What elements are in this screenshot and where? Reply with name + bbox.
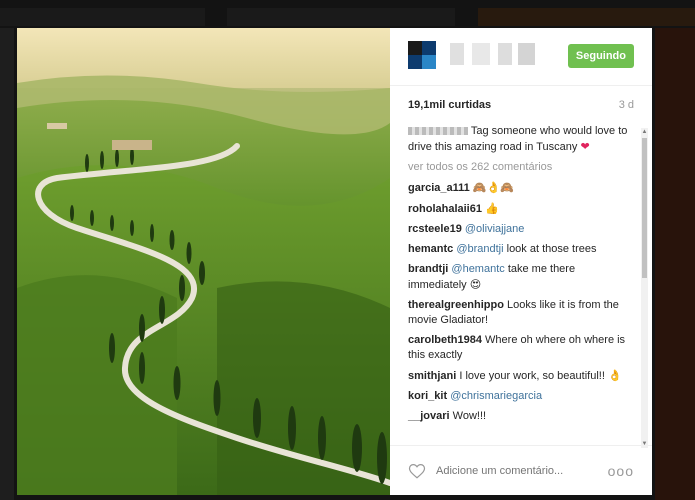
comment-text: I love your work, so beautiful!! xyxy=(459,370,605,382)
view-all-comments-link[interactable]: ver todos os 262 comentários xyxy=(408,160,632,175)
heart-emoji: ❤ xyxy=(580,140,590,153)
comment-emoji: 👌 xyxy=(607,369,622,382)
comment-emoji: 😍 xyxy=(469,278,482,291)
comment-emoji: 🙈👌🙈 xyxy=(472,181,514,194)
caption-username-blurred[interactable] xyxy=(408,127,468,136)
avatar-shape xyxy=(422,55,436,69)
comment-text: Wow!!! xyxy=(452,410,487,422)
comment-item: rcsteele19 @oliviajjane xyxy=(408,222,632,237)
comment-user[interactable]: garcia_a111 xyxy=(408,182,470,194)
comment-item: carolbeth1984 Where oh where oh where is… xyxy=(408,333,632,363)
comment-user[interactable]: hemantc xyxy=(408,243,453,255)
comment-item: brandtji @hemantc take me there immediat… xyxy=(408,262,632,293)
comment-item: therealgreenhippo Looks like it is from … xyxy=(408,298,632,328)
comment-user[interactable]: roholahalaii61 xyxy=(408,203,482,215)
comment-user[interactable]: rcsteele19 xyxy=(408,223,462,235)
comment-item: kori_kit @chrismariegarcia xyxy=(408,389,632,404)
comment-item: __jovari Wow!!! xyxy=(408,409,632,424)
comment-mention[interactable]: @oliviajjane xyxy=(465,223,524,235)
comment-user[interactable]: __jovari xyxy=(408,410,450,422)
post-header: Seguindo xyxy=(390,28,652,86)
comment-user[interactable]: brandtji xyxy=(408,263,448,275)
comments-scrollbar[interactable]: ▲ ▼ xyxy=(641,128,648,448)
scroll-up-arrow-icon[interactable]: ▲ xyxy=(641,128,648,136)
more-options-icon[interactable]: ooo xyxy=(608,463,634,479)
post-modal: Seguindo 19,1mil curtidas 3 d Tag someon… xyxy=(17,28,652,495)
comment-footer: ooo xyxy=(390,445,652,495)
comment-mention[interactable]: @hemantc xyxy=(451,263,504,275)
following-button[interactable]: Seguindo xyxy=(567,44,634,68)
post-photo xyxy=(17,28,390,495)
post-sidebar: Seguindo 19,1mil curtidas 3 d Tag someon… xyxy=(390,28,652,495)
scrollbar-thumb[interactable] xyxy=(642,138,647,278)
comments-list: Tag someone who would love to drive this… xyxy=(390,124,652,445)
post-stats: 19,1mil curtidas 3 d xyxy=(390,86,652,124)
scroll-down-arrow-icon[interactable]: ▼ xyxy=(641,440,648,448)
comment-user[interactable]: smithjani xyxy=(408,370,456,382)
comment-user[interactable]: carolbeth1984 xyxy=(408,334,482,346)
comment-mention[interactable]: @chrismariegarcia xyxy=(450,390,542,402)
avatar[interactable] xyxy=(408,41,436,69)
comment-item: roholahalaii61 👍 xyxy=(408,201,632,217)
comment-text: look at those trees xyxy=(503,243,597,255)
comment-item: garcia_a111 🙈👌🙈 xyxy=(408,180,632,196)
username-blurred[interactable] xyxy=(450,43,535,65)
comment-item: hemantc @brandtji look at those trees xyxy=(408,242,632,257)
likes-count[interactable]: 19,1mil curtidas xyxy=(408,99,491,111)
comment-item: smithjani I love your work, so beautiful… xyxy=(408,368,632,384)
heart-icon[interactable] xyxy=(408,462,426,480)
caption: Tag someone who would love to drive this… xyxy=(408,124,632,155)
add-comment-input[interactable] xyxy=(436,464,608,477)
landscape-image xyxy=(17,28,390,495)
comment-emoji: 👍 xyxy=(485,202,499,215)
comment-user[interactable]: therealgreenhippo xyxy=(408,299,504,311)
comment-user[interactable]: kori_kit xyxy=(408,390,447,402)
comment-mention[interactable]: @brandtji xyxy=(456,243,503,255)
post-time[interactable]: 3 d xyxy=(619,99,634,111)
avatar-shape xyxy=(408,41,422,55)
